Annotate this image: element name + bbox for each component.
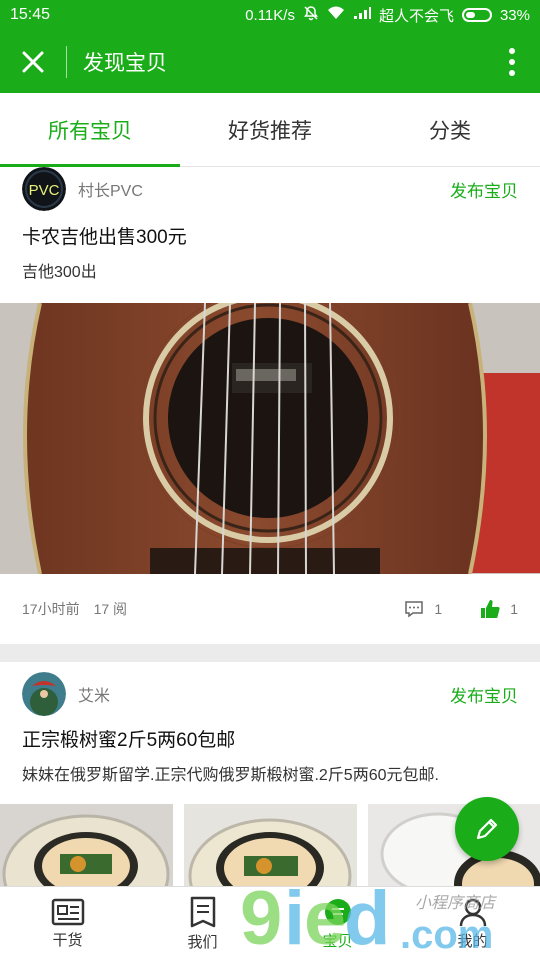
mute-icon xyxy=(303,5,319,25)
page-title: 发现宝贝 xyxy=(83,51,167,75)
post-header: PVC 村长PVC 发布宝贝 xyxy=(0,167,540,211)
post-footer: 17小时前 17 阅 1 1 xyxy=(0,574,540,644)
edit-pencil-icon xyxy=(476,818,498,840)
article-icon xyxy=(51,898,84,925)
comment-button[interactable]: 1 xyxy=(404,600,442,618)
category-tabs: 所有宝贝 好货推荐 分类 xyxy=(0,93,540,167)
nav-item-articles[interactable]: 干货 xyxy=(0,887,135,960)
tab-all-items[interactable]: 所有宝贝 xyxy=(0,93,180,167)
nav-item-us[interactable]: 我们 xyxy=(135,887,270,960)
post-card[interactable]: PVC 村长PVC 发布宝贝 卡农吉他出售300元 吉他300出 17小时前 1… xyxy=(0,167,540,644)
wifi-icon xyxy=(327,5,345,25)
tab-categories[interactable]: 分类 xyxy=(360,93,540,166)
compose-button[interactable] xyxy=(455,797,519,861)
like-count: 1 xyxy=(510,601,518,617)
nav-label: 干货 xyxy=(52,931,83,949)
tab-recommended[interactable]: 好货推荐 xyxy=(180,93,360,166)
post-description: 妹妹在俄罗斯留学.正宗代购俄罗斯椴树蜜.2斤5两60元包邮. xyxy=(22,767,439,784)
post-image[interactable] xyxy=(184,804,357,886)
app-bar: 发现宝贝 xyxy=(0,30,540,93)
nav-label: 宝贝 xyxy=(322,932,353,950)
nav-item-mine[interactable]: 我的 xyxy=(405,887,540,960)
post-description: 吉他300出 xyxy=(22,264,97,281)
post-time: 17小时前 xyxy=(22,601,80,617)
app-bar-divider xyxy=(66,45,67,78)
signal-icon xyxy=(353,6,371,24)
carrier-name: 超人不会飞 xyxy=(378,7,454,25)
post-title[interactable]: 正宗椴树蜜2斤5两60包邮 xyxy=(0,726,540,756)
item-feed[interactable]: PVC 村长PVC 发布宝贝 卡农吉他出售300元 吉他300出 17小时前 1… xyxy=(0,167,540,886)
avatar-text: PVC xyxy=(29,182,60,199)
comment-count: 1 xyxy=(434,601,443,617)
post-card[interactable]: 艾米 发布宝贝 正宗椴树蜜2斤5两60包邮 妹妹在俄罗斯留学.正宗代购俄罗斯椴树… xyxy=(0,662,540,886)
like-button[interactable]: 1 xyxy=(480,599,518,619)
post-image[interactable] xyxy=(0,804,173,886)
treasure-icon xyxy=(324,898,351,925)
battery-icon xyxy=(461,8,492,22)
person-icon xyxy=(459,898,486,926)
nav-item-treasure[interactable]: 宝贝 xyxy=(270,887,405,960)
post-separator xyxy=(0,644,540,662)
status-time: 15:45 xyxy=(10,6,51,23)
publish-item-link[interactable]: 发布宝贝 xyxy=(450,682,518,707)
close-button[interactable] xyxy=(0,30,66,93)
view-count: 17 阅 xyxy=(93,601,128,617)
network-speed: 0.11K/s xyxy=(245,6,295,24)
user-name[interactable]: 村长PVC xyxy=(78,177,450,201)
nav-label: 我们 xyxy=(187,933,218,951)
user-name[interactable]: 艾米 xyxy=(78,682,450,706)
more-vertical-icon xyxy=(509,47,515,76)
status-bar: 15:45 0.11K/s 超人不会飞 33% xyxy=(0,0,540,30)
avatar[interactable] xyxy=(22,672,66,716)
close-icon xyxy=(22,51,44,72)
battery-level: 33% xyxy=(499,6,530,24)
post-image[interactable] xyxy=(0,303,540,574)
comment-icon xyxy=(405,601,424,618)
more-options-button[interactable] xyxy=(492,30,532,93)
post-title[interactable]: 卡农吉他出售300元 xyxy=(0,223,540,253)
list-icon xyxy=(190,896,215,927)
publish-item-link[interactable]: 发布宝贝 xyxy=(450,177,518,202)
thumbs-up-icon xyxy=(481,600,500,618)
post-header: 艾米 发布宝贝 xyxy=(0,672,540,716)
nav-label: 我的 xyxy=(457,932,488,950)
bottom-navigation: 干货 我们 宝贝 我的 xyxy=(0,886,540,960)
avatar[interactable]: PVC xyxy=(22,167,66,211)
